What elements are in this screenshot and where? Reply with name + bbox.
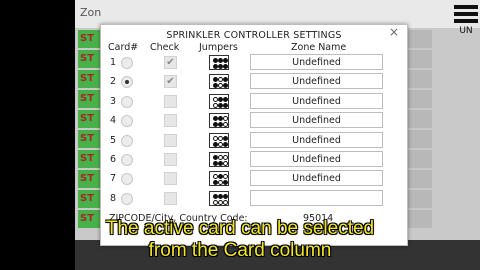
check-checkbox[interactable] <box>164 133 177 147</box>
jumper-icon <box>209 55 229 70</box>
card-select-radio[interactable] <box>121 173 133 186</box>
card-number: 8 <box>110 192 117 204</box>
card-number: 5 <box>110 134 117 146</box>
card-row: 7 Undefined <box>101 170 407 189</box>
card-select-radio[interactable] <box>121 95 133 108</box>
sprinkler-settings-dialog: SPRINKLER CONTROLLER SETTINGS × Card# Ch… <box>100 24 408 246</box>
background-zone-label: Zon <box>80 6 102 19</box>
card-row: 6 Undefined <box>101 151 407 170</box>
card-select-radio[interactable] <box>121 57 133 69</box>
zone-name-field[interactable]: Undefined <box>250 112 383 129</box>
menu-label: UN <box>459 26 473 36</box>
caption-line-1: The active card can be selected <box>105 218 375 239</box>
zone-name-field[interactable]: Undefined <box>250 73 383 90</box>
card-row: 8 <box>101 189 407 209</box>
card-select-radio[interactable] <box>121 154 133 166</box>
jumper-icon <box>209 113 229 129</box>
card-number: 2 <box>110 76 117 88</box>
jumper-icon <box>209 190 229 206</box>
card-select-radio[interactable] <box>121 192 133 205</box>
card-row: 5 Undefined <box>101 131 407 151</box>
header-zone-name: Zone Name <box>291 42 347 53</box>
header-card: Card# <box>108 42 139 53</box>
zone-name-field[interactable]: Undefined <box>250 131 383 148</box>
background-right-column <box>406 30 432 230</box>
check-checkbox[interactable] <box>164 153 177 166</box>
zone-name-field[interactable]: Undefined <box>250 170 383 187</box>
zone-name-field[interactable]: Undefined <box>250 92 383 109</box>
jumper-icon <box>209 171 229 187</box>
caption-line-2: from the Card column <box>148 240 332 261</box>
jumper-icon <box>209 74 229 90</box>
jumper-icon <box>209 132 229 148</box>
check-checkbox[interactable] <box>164 191 177 205</box>
zone-name-field[interactable]: Undefined <box>250 151 383 167</box>
card-number: 6 <box>110 154 117 165</box>
check-checkbox[interactable] <box>164 114 177 128</box>
dialog-title: SPRINKLER CONTROLLER SETTINGS <box>166 30 342 41</box>
zone-name-field[interactable] <box>250 189 383 206</box>
header-jumpers: Jumpers <box>199 42 238 53</box>
card-select-radio[interactable] <box>121 134 133 147</box>
check-checkbox[interactable] <box>164 94 177 108</box>
card-row: 4 Undefined <box>101 112 407 131</box>
card-select-radio[interactable] <box>121 76 133 89</box>
card-number: 1 <box>110 57 117 68</box>
zone-name-field[interactable]: Undefined <box>250 54 383 70</box>
close-icon[interactable]: × <box>389 25 399 39</box>
card-number: 7 <box>110 173 117 185</box>
check-checkbox[interactable]: ✔ <box>164 56 177 69</box>
check-checkbox[interactable]: ✔ <box>164 75 177 89</box>
card-select-radio[interactable] <box>121 115 133 128</box>
check-checkbox[interactable] <box>164 172 177 186</box>
jumper-icon <box>209 93 229 109</box>
card-row: 3 Undefined <box>101 92 407 112</box>
card-number: 3 <box>110 95 117 107</box>
card-row: 2 ✔ Undefined <box>101 73 407 92</box>
card-row: 1 ✔ Undefined <box>101 54 407 73</box>
header-check: Check <box>150 42 180 53</box>
jumper-icon <box>209 152 229 167</box>
menu-icon[interactable]: UN <box>452 2 480 36</box>
card-number: 4 <box>110 115 117 127</box>
